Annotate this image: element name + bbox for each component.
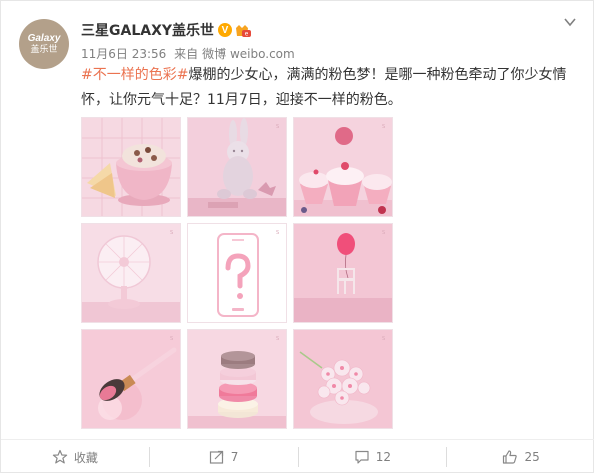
post-meta: 11月6日 23:56 来自 微博 weibo.com <box>81 45 299 62</box>
avatar-brand-text: Galaxy <box>27 33 61 44</box>
vip-badge-icon[interactable]: e <box>234 23 252 38</box>
svg-text:S: S <box>382 124 385 130</box>
comment-button[interactable]: 12 <box>299 447 448 467</box>
svg-text:S: S <box>382 336 385 342</box>
phone-question-image[interactable]: S <box>187 223 287 323</box>
post-date-link[interactable]: 11月6日 23:56 <box>81 47 166 61</box>
svg-text:S: S <box>276 336 279 342</box>
svg-text:S: S <box>170 336 173 342</box>
macarons-image[interactable]: S <box>187 329 287 429</box>
source-prefix: 来自 <box>174 47 199 61</box>
comment-icon <box>355 450 369 464</box>
comment-count: 12 <box>375 450 392 464</box>
svg-text:S: S <box>170 230 173 236</box>
image-grid: S S S S S S S S <box>81 117 393 429</box>
avatar[interactable]: Galaxy 盖乐世 <box>19 19 69 69</box>
svg-text:S: S <box>276 230 279 236</box>
chevron-down-icon[interactable] <box>563 15 577 29</box>
favorite-label: 收藏 <box>73 450 98 465</box>
fan-image[interactable]: S <box>81 223 181 323</box>
thumbs-up-icon <box>503 450 518 464</box>
source-link[interactable]: 微博 weibo.com <box>202 47 295 61</box>
ice-cream-bowl-image[interactable] <box>81 117 181 217</box>
star-icon <box>52 449 68 464</box>
svg-text:S: S <box>276 124 279 130</box>
weibo-post-card: Galaxy 盖乐世 三星GALAXY盖乐世 V e 11月6日 23:56 来… <box>0 0 594 473</box>
favorite-button[interactable]: 收藏 <box>1 447 150 467</box>
svg-text:S: S <box>382 230 385 236</box>
like-count: 25 <box>524 450 540 464</box>
flowers-image[interactable]: S <box>293 329 393 429</box>
repost-icon <box>209 450 223 464</box>
user-name-row: 三星GALAXY盖乐世 V e <box>81 21 252 39</box>
svg-text:e: e <box>245 31 249 38</box>
avatar-sub-text: 盖乐世 <box>30 44 58 54</box>
post-content: #不一样的色彩#爆棚的少女心，满满的粉色梦！是哪一种粉色牵动了你少女情怀，让你元… <box>81 63 571 113</box>
repost-count: 7 <box>230 450 239 464</box>
verified-icon[interactable]: V <box>218 23 233 37</box>
repost-button[interactable]: 7 <box>150 447 299 467</box>
makeup-brush-image[interactable]: S <box>81 329 181 429</box>
action-bar: 收藏 7 12 25 <box>1 439 594 473</box>
balloon-chair-image[interactable]: S <box>293 223 393 323</box>
hashtag-link[interactable]: #不一样的色彩# <box>81 67 188 83</box>
user-name-link[interactable]: 三星GALAXY盖乐世 <box>81 20 214 40</box>
cupcakes-image[interactable]: S <box>293 117 393 217</box>
bunny-toy-image[interactable]: S <box>187 117 287 217</box>
like-button[interactable]: 25 <box>447 447 594 467</box>
